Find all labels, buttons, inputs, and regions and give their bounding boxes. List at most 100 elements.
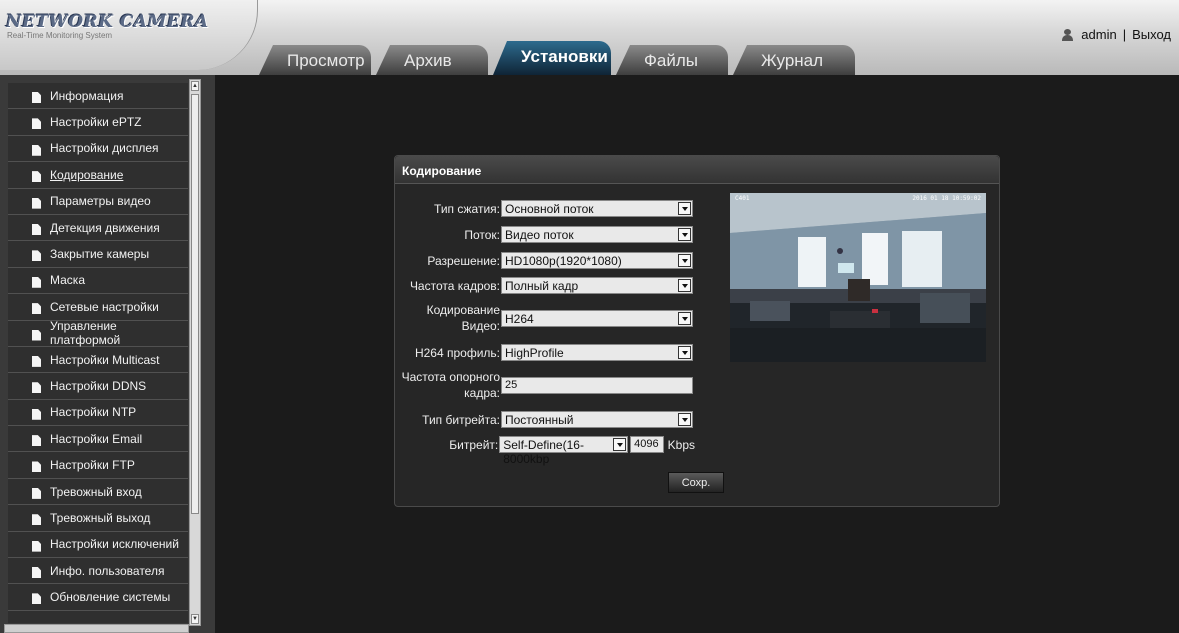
sidebar-item-ntp[interactable]: Настройки NTP [8, 400, 188, 427]
tab-settings[interactable]: Установки [493, 41, 611, 75]
sidebar-item-alarm-out[interactable]: Тревожный выход [8, 505, 188, 532]
row-h264-profile: H264 профиль: HighProfile [395, 344, 695, 361]
chevron-down-icon[interactable] [678, 228, 691, 241]
sidebar-item-label: Настройки ePTZ [50, 115, 142, 130]
bitrate-select[interactable]: Self-Define(16-8000kbp [499, 436, 629, 466]
tab-files[interactable]: Файлы [616, 45, 728, 75]
framerate-label: Частота кадров: [409, 278, 500, 293]
save-button[interactable]: Сохр. [668, 472, 724, 493]
chevron-down-icon[interactable] [678, 346, 691, 359]
sidebar-item-eptz[interactable]: Настройки ePTZ [8, 109, 188, 136]
sidebar-item-label: Тревожный вход [50, 484, 142, 499]
settings-menu: Информация Настройки ePTZ Настройки дисп… [8, 83, 188, 623]
chevron-down-icon[interactable] [678, 279, 691, 292]
encoding-panel: Кодирование Тип сжатия: Основной поток П… [394, 155, 1000, 507]
scrollbar-thumb[interactable] [191, 94, 199, 514]
osd-timestamp: 2016 01 18 10:59:02 [912, 195, 981, 202]
row-keyframe: Частота опорного кадра: 25 [395, 369, 695, 401]
resolution-label: Разрешение: [427, 253, 500, 268]
resolution-select[interactable]: HD1080p(1920*1080) [501, 252, 693, 269]
compression-select[interactable]: Основной поток [501, 200, 693, 217]
row-resolution: Разрешение: HD1080p(1920*1080) [395, 252, 695, 269]
scroll-up-icon[interactable]: ▲ [191, 81, 199, 91]
sidebar-item-user-info[interactable]: Инфо. пользователя [8, 558, 188, 585]
user-icon [1062, 28, 1074, 41]
document-icon [32, 408, 41, 420]
camera-preview-image [730, 193, 986, 362]
sidebar-item-ddns[interactable]: Настройки DDNS [8, 373, 188, 400]
sidebar-item-encoding[interactable]: Кодирование [8, 162, 188, 189]
chevron-down-icon[interactable] [678, 413, 691, 426]
video-encoding-select[interactable]: H264 [501, 309, 693, 327]
username: admin [1081, 27, 1117, 42]
sidebar-item-alarm-in[interactable]: Тревожный вход [8, 479, 188, 506]
bitrate-type-select[interactable]: Постоянный [501, 411, 693, 428]
keyframe-input[interactable]: 25 [501, 376, 693, 394]
document-icon [32, 540, 41, 552]
logout-link[interactable]: Выход [1132, 27, 1171, 42]
document-icon [32, 382, 41, 394]
osd-camera-name: C401 [735, 195, 750, 202]
stream-select[interactable]: Видео поток [501, 226, 693, 243]
sidebar-item-exceptions[interactable]: Настройки исключений [8, 532, 188, 559]
tab-archive[interactable]: Архив [376, 45, 488, 75]
logo: NETWORK CAMERA [6, 12, 209, 32]
sidebar-item-label: Настройки NTP [50, 405, 137, 420]
row-bitrate-type: Тип битрейта: Постоянный [395, 411, 695, 428]
tab-log[interactable]: Журнал [733, 45, 855, 75]
tab-view[interactable]: Просмотр [259, 45, 371, 75]
video-encoding-value: H264 [505, 311, 534, 326]
sidebar-item-label: Настройки Email [50, 431, 143, 446]
horizontal-scrollbar[interactable] [4, 624, 189, 633]
bitrate-custom-input[interactable]: 4096 [630, 436, 664, 453]
row-video-encoding: Кодирование Видео: H264 [395, 302, 695, 334]
stream-value: Видео поток [505, 228, 574, 242]
sidebar-item-label: Закрытие камеры [50, 247, 150, 262]
bitrate-type-value: Постоянный [505, 413, 574, 427]
bitrate-label: Битрейт: [449, 437, 499, 452]
sidebar-item-email[interactable]: Настройки Email [8, 426, 188, 453]
resolution-value: HD1080p(1920*1080) [505, 254, 622, 268]
scroll-down-icon[interactable]: ▼ [191, 614, 199, 624]
chevron-down-icon[interactable] [678, 254, 691, 267]
sidebar-item-label: Параметры видео [50, 194, 151, 209]
sidebar-item-multicast[interactable]: Настройки Multicast [8, 347, 188, 374]
document-icon [32, 461, 41, 473]
video-preview: C401 2016 01 18 10:59:02 [730, 193, 986, 362]
sidebar-item-display[interactable]: Настройки дисплея [8, 136, 188, 163]
document-icon [32, 250, 41, 262]
document-icon [32, 487, 41, 499]
document-icon [32, 144, 41, 156]
sidebar-item-label: Сетевые настройки [50, 299, 159, 314]
document-icon [32, 171, 41, 183]
sidebar-item-label: Настройки Multicast [50, 352, 160, 367]
document-icon [32, 303, 41, 315]
h264-profile-select[interactable]: HighProfile [501, 344, 693, 361]
panel-title: Кодирование [395, 156, 999, 184]
sidebar-item-tamper[interactable]: Закрытие камеры [8, 241, 188, 268]
sidebar-item-label: Тревожный выход [50, 510, 151, 525]
chevron-down-icon[interactable] [678, 311, 691, 325]
document-icon [32, 435, 41, 447]
menu-scrollbar[interactable]: ▲ ▼ [189, 79, 201, 626]
sidebar-item-motion-detection[interactable]: Детекция движения [8, 215, 188, 242]
chevron-down-icon[interactable] [678, 202, 691, 215]
sidebar-item-video-params[interactable]: Параметры видео [8, 189, 188, 215]
sidebar-item-mask[interactable]: Маска [8, 268, 188, 295]
sidebar-item-ftp[interactable]: Настройки FTP [8, 452, 188, 479]
sidebar-item-label: Маска [50, 273, 85, 288]
sidebar-item-info[interactable]: Информация [8, 83, 188, 110]
bitrate-unit: Kbps [667, 437, 695, 452]
sidebar-item-label: Настройки FTP [50, 458, 135, 473]
document-icon [32, 197, 41, 209]
document-icon [32, 276, 41, 288]
sidebar-item-platform[interactable]: Управление платформой [8, 319, 188, 347]
logo-subtitle: Real-Time Monitoring System [7, 31, 113, 40]
chevron-down-icon[interactable] [613, 438, 627, 451]
document-icon [32, 92, 41, 103]
sidebar-item-label: Кодирование [50, 167, 124, 182]
sidebar-item-network[interactable]: Сетевые настройки [8, 294, 188, 321]
sidebar-item-upgrade[interactable]: Обновление системы [8, 584, 188, 611]
sidebar-item-label: Обновление системы [50, 590, 171, 605]
framerate-select[interactable]: Полный кадр [501, 277, 693, 294]
